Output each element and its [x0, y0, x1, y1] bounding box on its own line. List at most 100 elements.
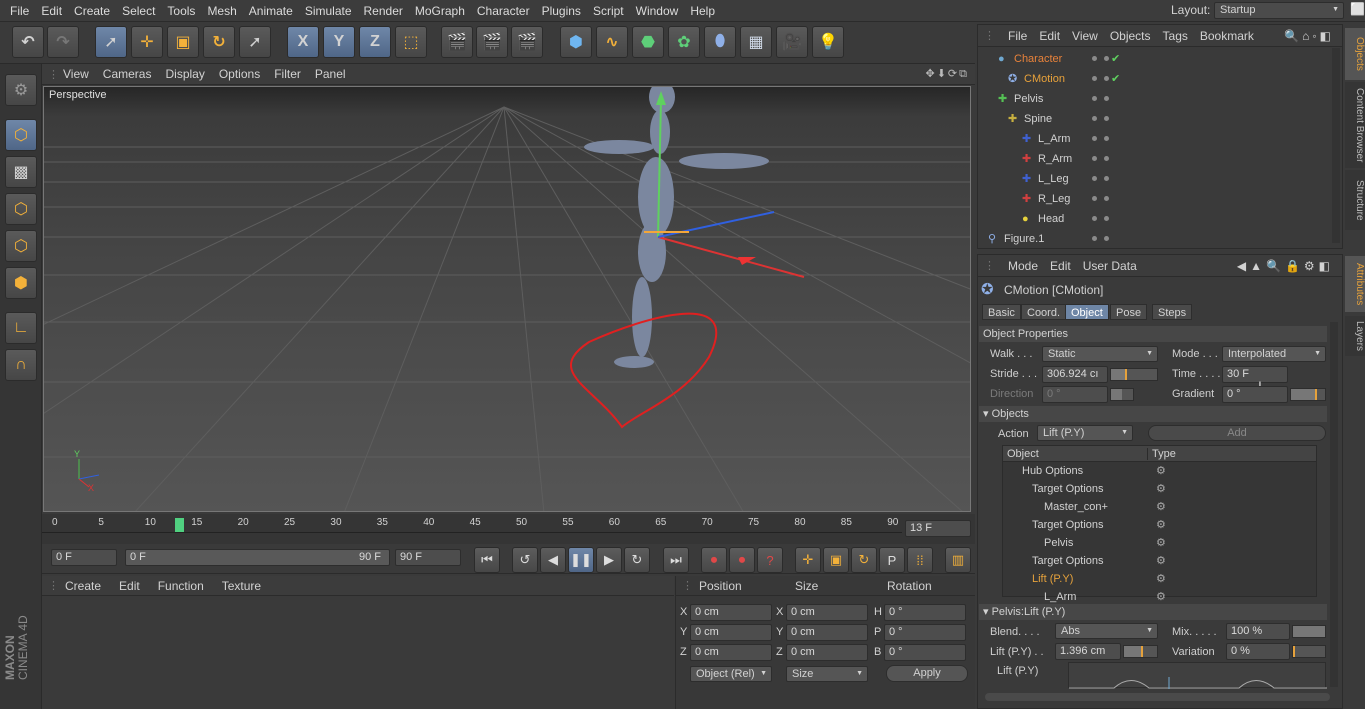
- material-menu-function[interactable]: Function: [149, 576, 213, 596]
- undo-icon[interactable]: ↶: [12, 26, 44, 58]
- visibility-dot[interactable]: [1092, 216, 1097, 221]
- coord-pl-1-field[interactable]: 0 cm: [690, 624, 772, 641]
- variation-slider[interactable]: [1292, 645, 1326, 658]
- deformer-icon[interactable]: ⬮: [704, 26, 736, 58]
- object-row[interactable]: ✚ Spine: [978, 109, 1342, 129]
- menu-tools[interactable]: Tools: [161, 0, 201, 22]
- keyframe-selection-icon[interactable]: ?: [757, 547, 783, 573]
- viewport-menu-panel[interactable]: Panel: [308, 64, 353, 85]
- viewport-menu-filter[interactable]: Filter: [267, 64, 308, 85]
- previous-frame-icon[interactable]: ◀: [540, 547, 566, 573]
- render-settings-icon[interactable]: 🎬: [511, 26, 543, 58]
- blend-select[interactable]: Abs: [1055, 623, 1158, 639]
- time-field[interactable]: 30 F: [1222, 366, 1288, 383]
- object-row[interactable]: ✪ CMotion ✔: [978, 69, 1342, 89]
- render-dot[interactable]: [1104, 196, 1109, 201]
- lift-curve-spline[interactable]: [1068, 662, 1327, 689]
- render-dot[interactable]: [1104, 56, 1109, 61]
- next-key-icon[interactable]: ↻: [624, 547, 650, 573]
- render-dot[interactable]: [1104, 176, 1109, 181]
- key-position-icon[interactable]: ✛: [795, 547, 821, 573]
- viewport-menu-display[interactable]: Display: [158, 64, 211, 85]
- menu-mograph[interactable]: MoGraph: [409, 0, 471, 22]
- lift-field[interactable]: 1.396 cm: [1055, 643, 1121, 660]
- array-cloner-icon[interactable]: ✿: [668, 26, 700, 58]
- camera-icon[interactable]: 🎥: [776, 26, 808, 58]
- y-axis-lock-button[interactable]: Y: [323, 26, 355, 58]
- spline-pen-icon[interactable]: ∿: [596, 26, 628, 58]
- rotate-icon[interactable]: ↻: [203, 26, 235, 58]
- redo-icon[interactable]: ↷: [47, 26, 79, 58]
- side-tab-objects[interactable]: Objects: [1345, 28, 1365, 80]
- render-dot[interactable]: [1104, 116, 1109, 121]
- end-frame-field[interactable]: 90 F: [395, 549, 461, 566]
- coord-rl-1-field[interactable]: 0 °: [884, 624, 966, 641]
- range-slider[interactable]: 0 F 90 F: [125, 549, 390, 566]
- coord-sl-0-field[interactable]: 0 cm: [786, 604, 868, 621]
- objects-section-header[interactable]: ▾ Objects: [979, 406, 1327, 422]
- action-select[interactable]: Lift (P.Y): [1037, 425, 1133, 441]
- coord-pl-2-field[interactable]: 0 cm: [690, 644, 772, 661]
- menu-create[interactable]: Create: [68, 0, 116, 22]
- side-tab-attributes[interactable]: Attributes: [1345, 256, 1365, 312]
- menu-script[interactable]: Script: [587, 0, 630, 22]
- render-dot[interactable]: [1104, 96, 1109, 101]
- model-mode-icon[interactable]: ⬡: [5, 119, 37, 151]
- viewport-perspective[interactable]: Perspective Y X: [43, 86, 971, 512]
- layout-select[interactable]: Startup: [1214, 2, 1344, 19]
- visibility-dot[interactable]: [1092, 136, 1097, 141]
- viewport-menu-cameras[interactable]: Cameras: [96, 64, 159, 85]
- coord-rl-2-field[interactable]: 0 °: [884, 644, 966, 661]
- attribute-nav-icons[interactable]: ◀▲🔍🔒⚙◧: [1237, 259, 1334, 273]
- object-row[interactable]: ✚ R_Leg: [978, 189, 1342, 209]
- playhead[interactable]: [174, 518, 184, 532]
- side-tab-structure[interactable]: Structure: [1345, 170, 1365, 230]
- objects-table-row[interactable]: Hub Options ⚙: [1002, 462, 1317, 480]
- menu-character[interactable]: Character: [471, 0, 536, 22]
- object-row[interactable]: ● Character ✔: [978, 49, 1342, 69]
- attribute-v-scrollbar[interactable]: [1330, 322, 1338, 687]
- current-frame-field[interactable]: 13 F: [905, 520, 971, 537]
- previous-key-icon[interactable]: ↺: [512, 547, 538, 573]
- menu-select[interactable]: Select: [116, 0, 161, 22]
- gradient-field[interactable]: 0 °: [1222, 386, 1288, 403]
- visibility-dot[interactable]: [1092, 76, 1097, 81]
- render-picture-viewer-icon[interactable]: 🎬: [476, 26, 508, 58]
- render-dot[interactable]: [1104, 236, 1109, 241]
- key-pla-icon[interactable]: ⁞⁞: [907, 547, 933, 573]
- attribute-menu-edit[interactable]: Edit: [1044, 255, 1077, 277]
- live-selection-icon[interactable]: ➚: [95, 26, 127, 58]
- coord-pl-0-field[interactable]: 0 cm: [690, 604, 772, 621]
- object-menu-objects[interactable]: Objects: [1104, 25, 1157, 47]
- coordinate-system-icon[interactable]: ⬚: [395, 26, 427, 58]
- light-icon[interactable]: 💡: [812, 26, 844, 58]
- object-row[interactable]: ✚ L_Arm: [978, 129, 1342, 149]
- objects-table-row[interactable]: Target Options ⚙: [1002, 516, 1317, 534]
- pause-icon[interactable]: ❚❚: [568, 547, 594, 573]
- menu-plugins[interactable]: Plugins: [536, 0, 587, 22]
- tab-basic[interactable]: Basic: [982, 304, 1021, 320]
- mode-select[interactable]: Interpolated: [1222, 346, 1326, 362]
- object-menu-bookmark[interactable]: Bookmark: [1194, 25, 1260, 47]
- visibility-dot[interactable]: [1092, 176, 1097, 181]
- axis-mode-icon[interactable]: ∟: [5, 312, 37, 344]
- stride-slider[interactable]: [1110, 368, 1158, 381]
- render-dot[interactable]: [1104, 136, 1109, 141]
- timeline-window-icon[interactable]: ▥: [945, 547, 971, 573]
- render-dot[interactable]: [1104, 156, 1109, 161]
- visibility-dot[interactable]: [1092, 56, 1097, 61]
- menu-help[interactable]: Help: [684, 0, 721, 22]
- objects-table-row[interactable]: Lift (P.Y) ⚙: [1002, 570, 1317, 588]
- material-menu-texture[interactable]: Texture: [213, 576, 270, 596]
- enabled-check-icon[interactable]: ✔: [1111, 49, 1120, 69]
- object-menu-file[interactable]: File: [1002, 25, 1033, 47]
- gradient-slider[interactable]: [1290, 388, 1326, 401]
- attribute-menu-user-data[interactable]: User Data: [1077, 255, 1143, 277]
- viewport-menu-options[interactable]: Options: [212, 64, 267, 85]
- points-mode-icon[interactable]: ⬡: [5, 193, 37, 225]
- menu-edit[interactable]: Edit: [35, 0, 68, 22]
- object-menu-view[interactable]: View: [1066, 25, 1104, 47]
- viewport-menu-view[interactable]: View: [56, 64, 96, 85]
- attribute-h-scrollbar[interactable]: [985, 693, 1330, 701]
- texture-mode-icon[interactable]: ▩: [5, 156, 37, 188]
